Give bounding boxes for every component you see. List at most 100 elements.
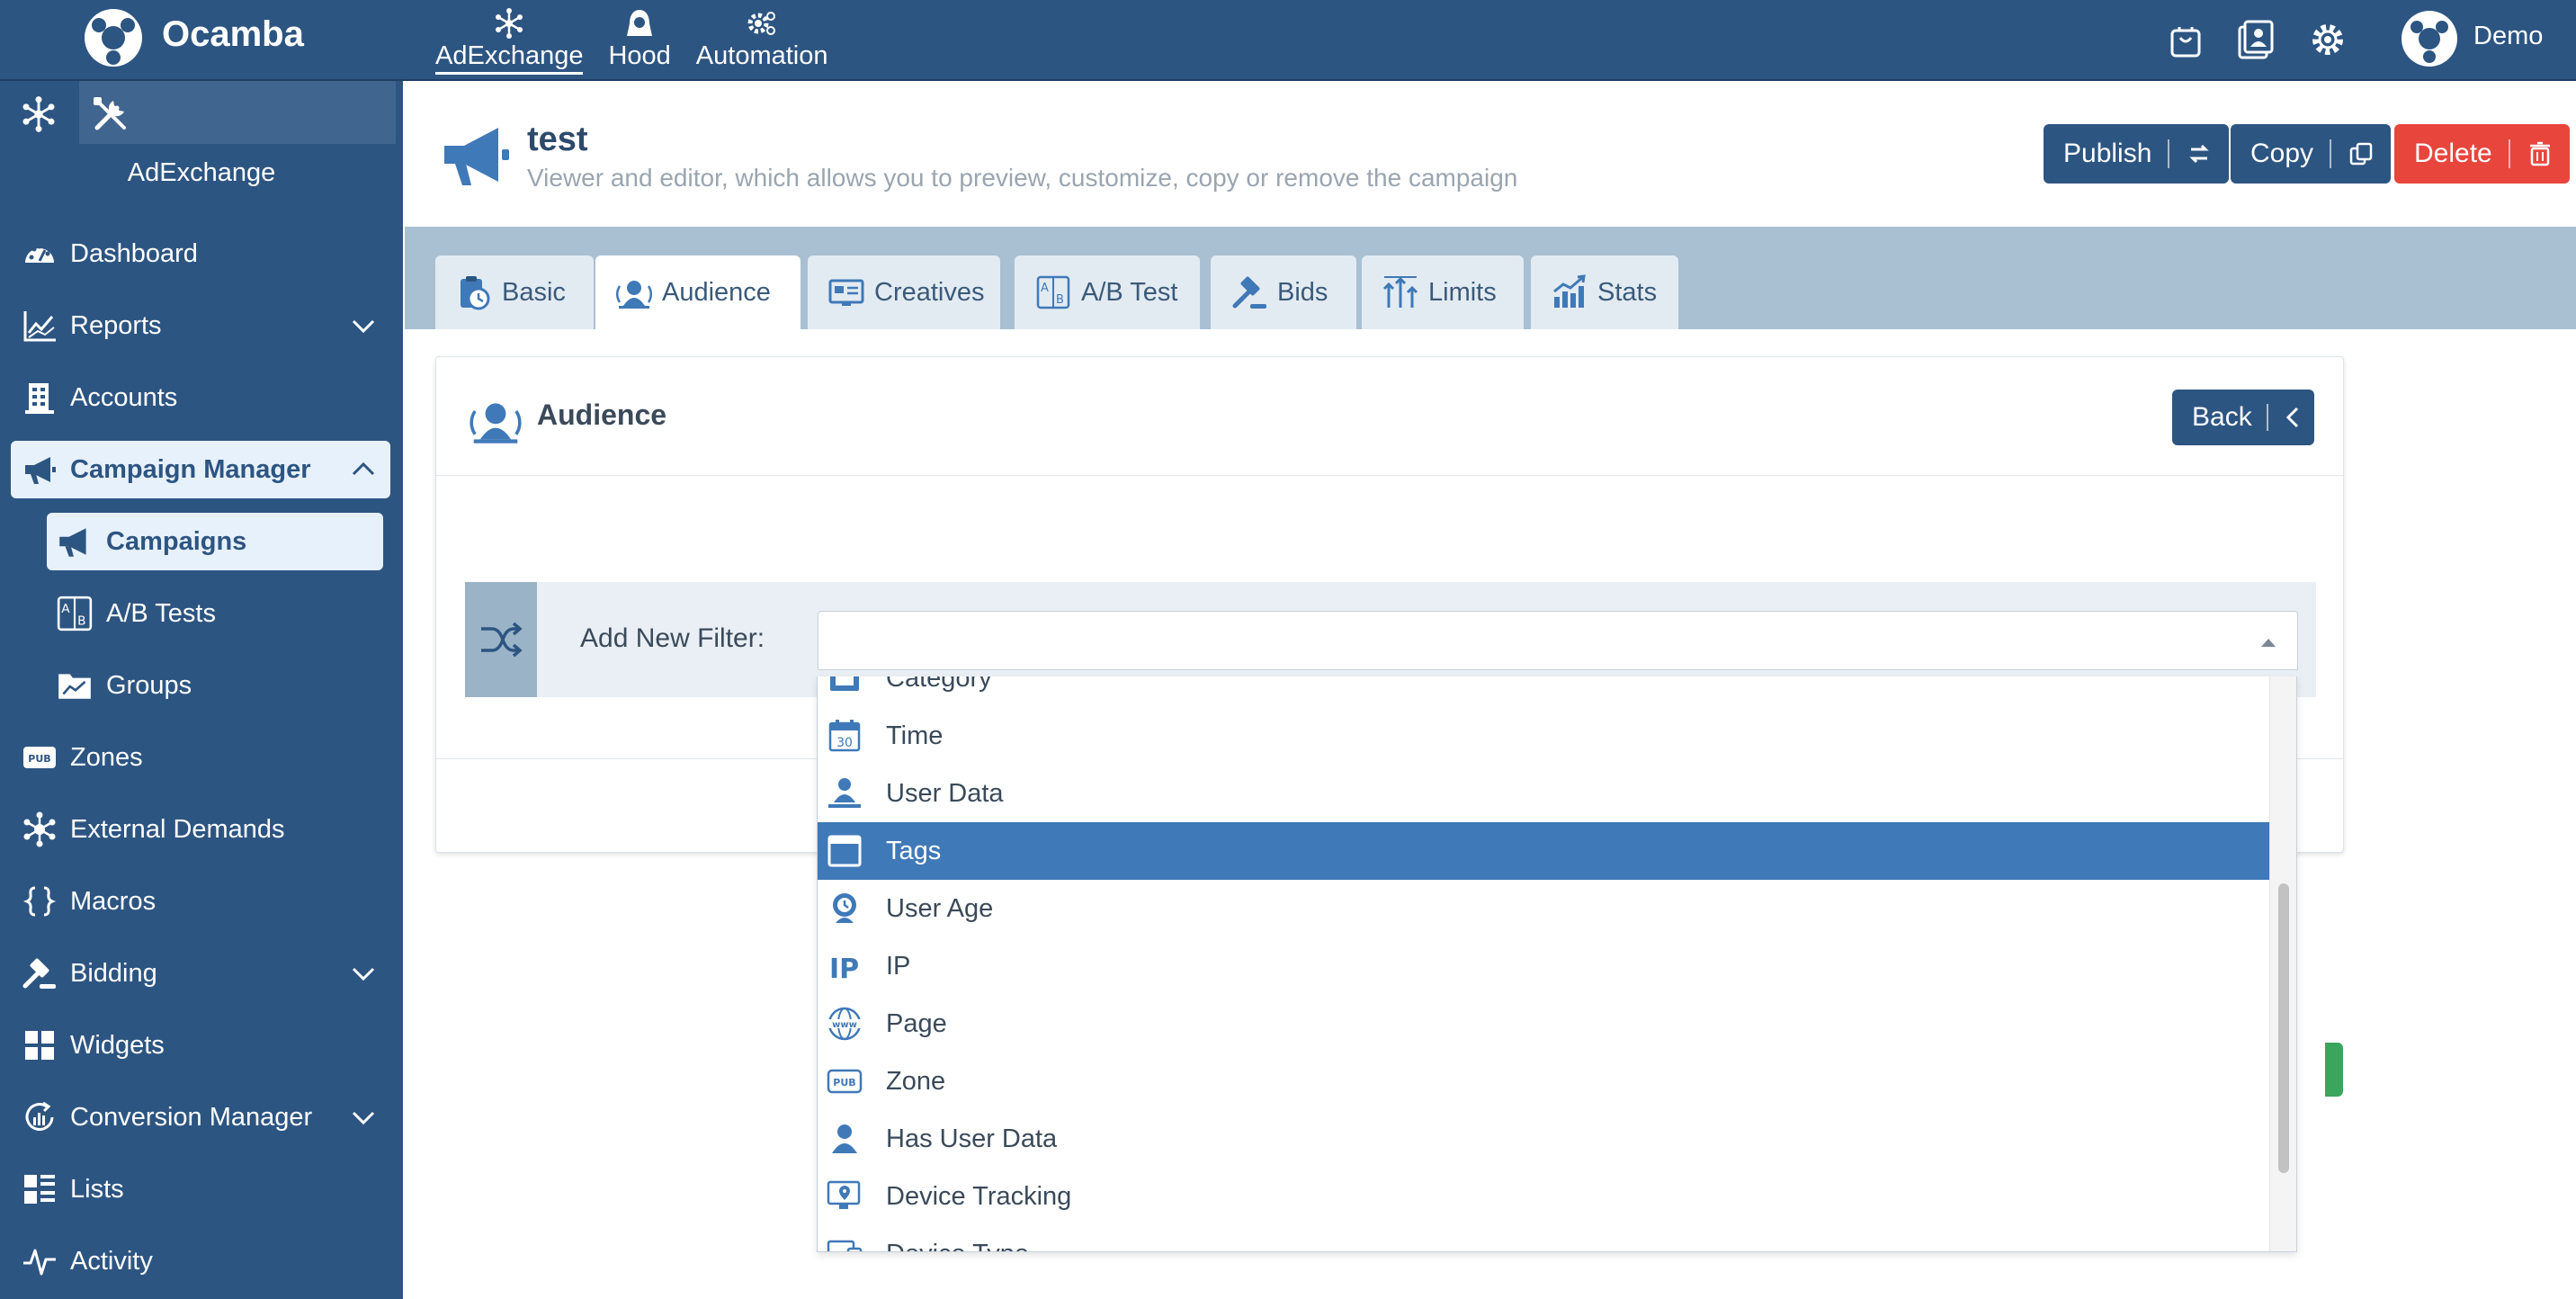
button-separator: [2330, 139, 2332, 168]
sidebar-item-lists[interactable]: Lists: [11, 1160, 390, 1218]
dropdown-option-label: Device Type: [886, 1240, 1029, 1252]
dropdown-option-category[interactable]: Category: [818, 676, 2269, 707]
sidebar-item-conversion-manager[interactable]: Conversion Manager: [11, 1088, 390, 1146]
sidebar-item-widgets[interactable]: Widgets: [11, 1017, 390, 1074]
dropdown-option-user-data[interactable]: User Data: [818, 765, 2269, 822]
sidebar-item-dashboard[interactable]: Dashboard: [11, 225, 390, 282]
sidebar-item-label: Campaign Manager: [70, 454, 311, 484]
tab-basic[interactable]: Basic: [435, 255, 594, 329]
publish-button[interactable]: Publish: [2044, 124, 2230, 184]
copy-button[interactable]: Copy: [2231, 124, 2392, 184]
tab-audience[interactable]: Audience: [595, 255, 801, 329]
dropdown-option-user-age[interactable]: User Age: [818, 880, 2269, 937]
topnav-adexchange[interactable]: AdExchange: [423, 0, 595, 79]
sidebar-item-zones[interactable]: PUB Zones: [11, 729, 390, 786]
sidebar-item-campaign-manager[interactable]: Campaign Manager: [11, 441, 390, 498]
delete-button[interactable]: Delete: [2394, 124, 2570, 184]
sidebar-item-label: Lists: [70, 1174, 124, 1204]
braces-icon: [22, 886, 57, 917]
stats-chart-icon: [1553, 274, 1586, 308]
tab-ab-test[interactable]: A B A/B Test: [1015, 255, 1200, 329]
dropdown-option-device-type[interactable]: Device Type: [818, 1225, 2269, 1252]
dropdown-option-tags[interactable]: Tags: [818, 822, 2269, 880]
dropdown-option-zone[interactable]: PUB Zone: [818, 1053, 2269, 1110]
pub-badge-icon: PUB: [23, 747, 56, 768]
brand-name[interactable]: Ocamba: [162, 14, 304, 55]
user-name[interactable]: Demo: [2473, 22, 2543, 51]
caret-up-icon[interactable]: [2259, 637, 2277, 648]
tools-icon[interactable]: [90, 94, 131, 135]
conversion-icon: [25, 1101, 54, 1131]
dropdown-option-device-tracking[interactable]: Device Tracking: [818, 1168, 2269, 1225]
device-tracking-icon: [827, 1180, 861, 1209]
audience-icon: [615, 281, 653, 309]
page-subtitle: Viewer and editor, which allows you to p…: [527, 164, 1518, 192]
tab-creatives[interactable]: Creatives: [808, 255, 1000, 329]
topnav-label: Automation: [695, 41, 828, 70]
svg-text:B: B: [1056, 293, 1064, 307]
gavel-icon: [22, 958, 56, 989]
tab-label: Bids: [1277, 277, 1328, 307]
dropdown-option-has-user-data[interactable]: Has User Data: [818, 1110, 2269, 1168]
page-title: test: [527, 121, 588, 158]
folder-chart-icon: [58, 674, 91, 699]
dropdown-option-page[interactable]: www Page: [818, 995, 2269, 1053]
top-nav: AdExchange Hood Automation: [423, 0, 841, 79]
sidebar-item-macros[interactable]: Macros: [11, 873, 390, 930]
pulse-icon: [23, 1249, 56, 1276]
dropdown-scrollbar-thumb[interactable]: [2278, 883, 2289, 1173]
audience-icon: [470, 403, 522, 443]
ip-icon: IP: [829, 954, 859, 984]
category-icon: [830, 676, 859, 691]
dropdown-scrollbar[interactable]: [2269, 676, 2296, 1251]
dashboard-gauge-icon: [25, 244, 54, 263]
device-type-icon: [827, 1240, 863, 1251]
sidebar-item-label: Campaigns: [106, 526, 247, 556]
gear-icon[interactable]: [2306, 18, 2349, 61]
sidebar-item-external-demands[interactable]: External Demands: [11, 801, 390, 858]
monitor-icon: [828, 279, 864, 306]
hooded-figure-icon: [627, 10, 653, 36]
filter-select[interactable]: [818, 611, 2298, 670]
dropdown-option-ip[interactable]: IP IP: [818, 937, 2269, 995]
sidebar-item-accounts[interactable]: Accounts: [11, 369, 390, 426]
sidebar-item-activity[interactable]: Activity: [11, 1232, 390, 1290]
sidebar-item-label: Accounts: [70, 382, 178, 412]
back-button[interactable]: Back: [2172, 390, 2314, 445]
dropdown-option-label: Category: [886, 676, 992, 693]
topnav-automation[interactable]: Automation: [684, 0, 841, 79]
megaphone-icon: [25, 457, 56, 484]
snowflake-icon[interactable]: [20, 95, 58, 133]
button-separator: [2168, 139, 2170, 168]
contacts-icon[interactable]: [2234, 18, 2277, 61]
sidebar-subitem-campaigns[interactable]: Campaigns: [47, 513, 383, 570]
chevron-up-icon[interactable]: [351, 459, 376, 480]
sidebar-item-label: Groups: [106, 670, 192, 700]
sidebar-subitem-ab-tests[interactable]: A B A/B Tests: [47, 585, 383, 642]
topnav-hood[interactable]: Hood: [595, 0, 683, 79]
sidebar-item-reports[interactable]: Reports: [11, 297, 390, 354]
sidebar-subitem-groups[interactable]: Groups: [47, 657, 383, 714]
ocamba-logo-icon[interactable]: [81, 5, 146, 70]
tab-bids[interactable]: Bids: [1211, 255, 1356, 329]
tab-limits[interactable]: Limits: [1362, 255, 1524, 329]
chevron-down-icon[interactable]: [351, 963, 376, 984]
sidebar-header: [0, 81, 396, 144]
dropdown-option-label: Device Tracking: [886, 1181, 1072, 1211]
tab-label: Creatives: [874, 277, 985, 307]
chevron-down-icon[interactable]: [351, 315, 376, 336]
user-data-icon: [828, 778, 861, 808]
shopping-bag-icon[interactable]: [2164, 18, 2207, 61]
save-button-partial[interactable]: [2325, 1043, 2343, 1097]
dropdown-option-time[interactable]: 30 Time: [818, 707, 2269, 765]
chevron-down-icon[interactable]: [351, 1106, 376, 1128]
card-title: Audience: [537, 399, 667, 431]
tab-stats[interactable]: Stats: [1531, 255, 1678, 329]
add-filter-label: Add New Filter:: [580, 623, 765, 653]
tab-label: Stats: [1597, 277, 1658, 307]
dropdown-option-label: Page: [886, 1008, 947, 1038]
sidebar-item-bidding[interactable]: Bidding: [11, 945, 390, 1002]
user-avatar-icon[interactable]: [2400, 9, 2459, 68]
gears-icon: [747, 12, 776, 35]
network-icon: [23, 811, 56, 847]
